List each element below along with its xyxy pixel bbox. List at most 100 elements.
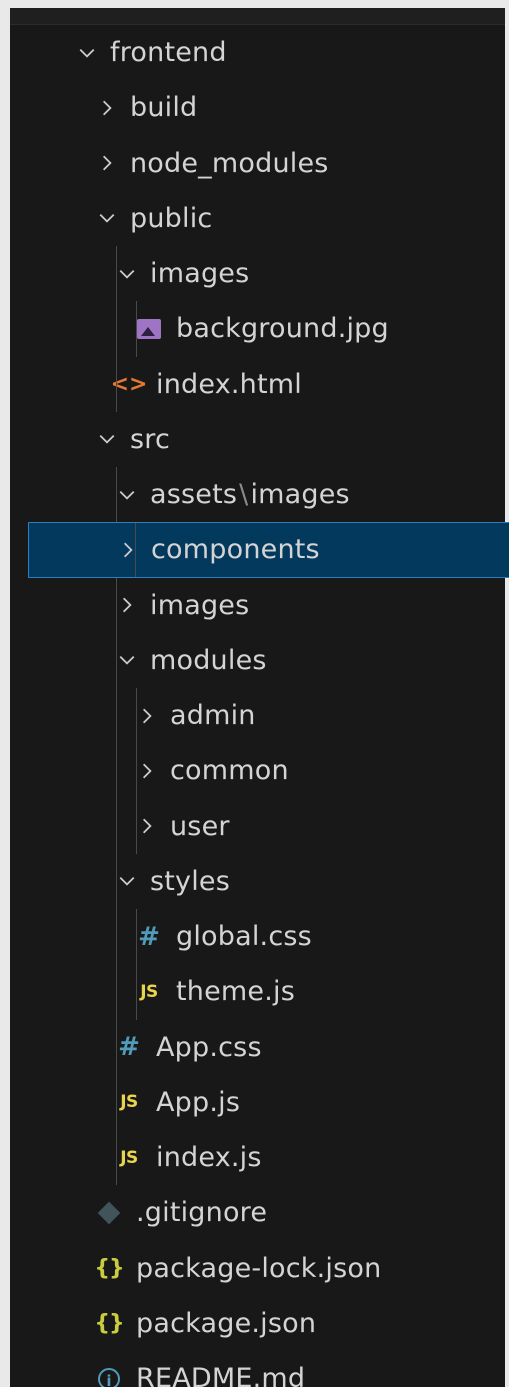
tree-file-app-js[interactable]: JS App.js xyxy=(10,1074,505,1130)
chevron-right-icon[interactable] xyxy=(96,97,118,119)
tree-item-label: node_modules xyxy=(130,147,329,179)
tree-folder-src[interactable]: src xyxy=(10,412,505,467)
tree-folder-images[interactable]: images xyxy=(10,577,505,633)
left-border xyxy=(0,0,10,1387)
tree-file-package-json[interactable]: {} package.json xyxy=(10,1296,505,1351)
tree-item-label: App.css xyxy=(156,1031,262,1063)
tree-item-label: build xyxy=(130,92,198,124)
indent-guide xyxy=(116,246,117,302)
tree-item-label: user xyxy=(170,810,230,842)
tree-item-label: global.css xyxy=(176,921,312,953)
tree-item-label: package-lock.json xyxy=(136,1252,382,1284)
tree-item-label: index.js xyxy=(156,1142,262,1174)
tree-folder-frontend[interactable]: frontend xyxy=(10,25,505,80)
tree-item-label: modules xyxy=(150,644,267,676)
tree-file-gitignore[interactable]: .gitignore xyxy=(10,1185,505,1240)
css-hash-icon: # xyxy=(138,921,160,952)
chevron-right-icon[interactable] xyxy=(96,152,118,174)
tree-folder-build[interactable]: build xyxy=(10,80,505,135)
tree-file-background-jpg[interactable]: background.jpg xyxy=(10,301,505,357)
indent-guide xyxy=(116,1074,117,1130)
tree-item-label: images xyxy=(150,258,250,290)
indent-guide xyxy=(116,1130,117,1186)
file-tree: frontend build node_modulespublic images bac… xyxy=(10,25,509,1387)
chevron-down-icon[interactable] xyxy=(96,207,118,229)
indent-guide xyxy=(116,632,117,688)
tree-file-theme-js[interactable]: JS theme.js xyxy=(10,964,505,1020)
indent-guide xyxy=(116,467,117,523)
tree-folder-modules[interactable]: modules xyxy=(10,632,505,688)
tree-item-label: public xyxy=(130,202,213,234)
json-braces-icon: {} xyxy=(94,1255,124,1281)
js-icon: JS xyxy=(140,981,158,1002)
indent-guide xyxy=(116,743,117,799)
chevron-down-icon[interactable] xyxy=(116,263,138,285)
path-separator: \ xyxy=(239,479,249,511)
indent-guide xyxy=(116,909,117,965)
indent-guide xyxy=(136,743,137,799)
tree-item-label: assets xyxy=(150,479,238,511)
tree-item-label-suffix: images xyxy=(250,479,350,511)
tree-folder-common[interactable]: common xyxy=(10,743,505,799)
chevron-right-icon[interactable] xyxy=(136,760,158,782)
chevron-down-icon[interactable] xyxy=(116,870,138,892)
tree-folder-node-modules[interactable]: node_modules xyxy=(10,136,505,191)
tree-item-label: index.html xyxy=(156,368,302,400)
tree-item-label: images xyxy=(150,589,250,621)
right-border xyxy=(505,0,509,1387)
indent-guide xyxy=(116,688,117,744)
tree-folder-images[interactable]: images xyxy=(10,246,505,302)
tree-file-global-css[interactable]: # global.css xyxy=(10,909,505,965)
tree-item-label: .gitignore xyxy=(136,1197,268,1229)
indent-guide xyxy=(136,798,137,854)
tree-item-label: README.md xyxy=(136,1363,306,1387)
indent-guide xyxy=(136,909,137,965)
tree-file-readme-md[interactable]: i README.md xyxy=(10,1351,505,1387)
tree-folder-public[interactable]: public xyxy=(10,191,505,246)
indent-guide xyxy=(135,523,136,577)
chevron-right-icon[interactable] xyxy=(116,594,138,616)
html-icon: <> xyxy=(110,371,148,397)
tree-folder-components[interactable]: components xyxy=(28,522,509,578)
indent-guide xyxy=(116,301,117,357)
indent-guide xyxy=(116,1019,117,1075)
tree-item-label: styles xyxy=(150,865,231,897)
tree-item-label: package.json xyxy=(136,1307,317,1339)
indent-guide xyxy=(116,964,117,1020)
indent-guide xyxy=(116,798,117,854)
tree-file-app-css[interactable]: # App.css xyxy=(10,1019,505,1075)
tree-file-index-js[interactable]: JS index.js xyxy=(10,1130,505,1186)
tree-folder-styles[interactable]: styles xyxy=(10,853,505,909)
json-braces-icon: {} xyxy=(94,1310,124,1336)
indent-guide xyxy=(116,577,117,633)
tree-folder-user[interactable]: user xyxy=(10,798,505,854)
chevron-right-icon[interactable] xyxy=(136,705,158,727)
top-border xyxy=(0,0,509,8)
indent-guide xyxy=(136,964,137,1020)
chevron-down-icon[interactable] xyxy=(96,428,118,450)
tree-item-label: components xyxy=(151,534,320,566)
chevron-down-icon[interactable] xyxy=(116,484,138,506)
tree-item-label: src xyxy=(130,423,171,455)
tree-folder-assets-images[interactable]: assets \ images xyxy=(10,467,505,523)
css-hash-icon: # xyxy=(118,1032,140,1063)
chevron-down-icon[interactable] xyxy=(116,649,138,671)
chevron-down-icon[interactable] xyxy=(76,42,98,64)
tree-file-package-lock-json[interactable]: {} package-lock.json xyxy=(10,1241,505,1296)
chevron-right-icon[interactable] xyxy=(136,815,158,837)
tree-item-label: common xyxy=(170,755,289,787)
tree-item-label: theme.js xyxy=(176,976,295,1008)
tree-folder-admin[interactable]: admin xyxy=(10,688,505,744)
indent-guide xyxy=(116,356,117,412)
tree-item-label: App.js xyxy=(156,1086,241,1118)
js-icon: JS xyxy=(120,1147,138,1168)
indent-guide xyxy=(136,688,137,744)
git-icon xyxy=(96,1201,122,1225)
tree-item-label: admin xyxy=(170,700,256,732)
image-icon xyxy=(136,318,162,339)
info-icon: i xyxy=(96,1367,122,1387)
tree-item-label: background.jpg xyxy=(176,313,389,345)
tree-file-index-html[interactable]: <> index.html xyxy=(10,356,505,412)
js-icon: JS xyxy=(120,1092,138,1113)
explorer-screenshot: frontend build node_modulespublic images bac… xyxy=(0,0,509,1387)
